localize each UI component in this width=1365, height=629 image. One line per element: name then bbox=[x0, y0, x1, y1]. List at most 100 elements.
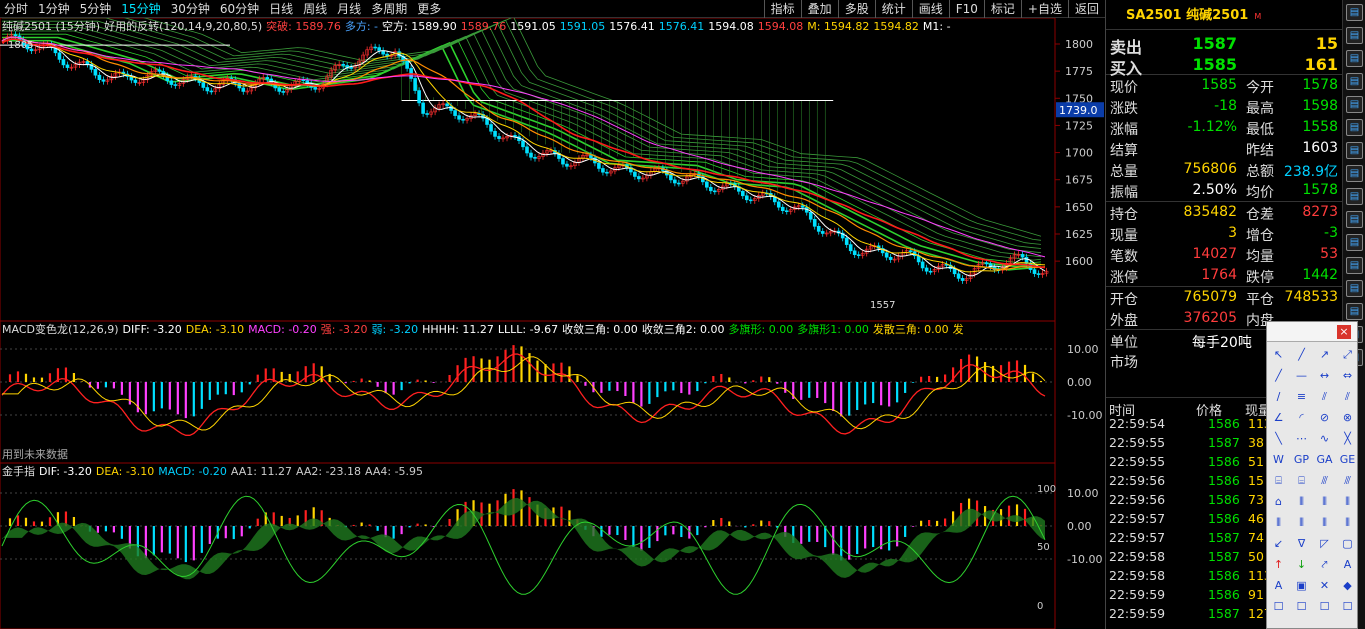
draw-tool-icon[interactable]: ∿ bbox=[1313, 428, 1336, 449]
side-tool-icon-14[interactable]: ▤ bbox=[1346, 303, 1363, 320]
draw-tool-icon[interactable]: ⦀ bbox=[1336, 512, 1359, 533]
draw-tool-icon[interactable]: ╲ bbox=[1267, 428, 1290, 449]
candle-body bbox=[313, 87, 318, 90]
draw-tool-icon[interactable]: ⫽ bbox=[1313, 386, 1336, 407]
draw-tool-icon[interactable]: ⌸ bbox=[1267, 470, 1290, 491]
main-panel-frame bbox=[0, 17, 1056, 322]
toolbar-action-6[interactable]: 标记 bbox=[983, 0, 1021, 18]
draw-tool-icon[interactable]: ∇ bbox=[1290, 533, 1313, 554]
toolbar-action-7[interactable]: +自选 bbox=[1020, 0, 1068, 18]
side-tool-icon-4[interactable]: ▤ bbox=[1346, 73, 1363, 90]
chart-area[interactable]: 1800 1775 1750 1725 1700 1675 1650 1625 1600 1739… bbox=[0, 11, 1105, 629]
toolbar-action-4[interactable]: 画线 bbox=[911, 0, 949, 18]
draw-tool-icon[interactable]: ⦀ bbox=[1290, 491, 1313, 512]
side-tool-icon-6[interactable]: ▤ bbox=[1346, 119, 1363, 136]
draw-tool-icon[interactable]: ∠ bbox=[1267, 407, 1290, 428]
draw-tool-icon[interactable]: ⇔ bbox=[1336, 365, 1359, 386]
draw-tool-icon[interactable]: ⤤ bbox=[1313, 554, 1336, 575]
period-tab-2[interactable]: 5分钟 bbox=[76, 0, 118, 18]
draw-tool-icon[interactable]: ⦀ bbox=[1313, 512, 1336, 533]
draw-tool-icon[interactable]: ↑ bbox=[1267, 554, 1290, 575]
draw-tool-icon[interactable]: ◜ bbox=[1290, 407, 1313, 428]
draw-tool-icon[interactable]: GA bbox=[1313, 449, 1336, 470]
tick-price: 1586 bbox=[1208, 568, 1240, 583]
main-header-item: M1: - bbox=[922, 20, 951, 33]
tick-volume: 50 bbox=[1248, 549, 1264, 564]
draw-tool-icon[interactable]: ◆ bbox=[1336, 575, 1359, 596]
toolbar-action-5[interactable]: F10 bbox=[948, 0, 984, 18]
draw-tool-icon[interactable]: ↔ bbox=[1313, 365, 1336, 386]
side-tool-icon-12[interactable]: ▤ bbox=[1346, 257, 1363, 274]
draw-tool-icon[interactable]: ↙ bbox=[1267, 533, 1290, 554]
period-tab-7[interactable]: 周线 bbox=[299, 0, 333, 18]
draw-tool-icon[interactable]: ╳ bbox=[1336, 428, 1359, 449]
draw-tool-icon[interactable]: ⦀ bbox=[1336, 491, 1359, 512]
draw-tool-icon[interactable]: ⫻ bbox=[1313, 470, 1336, 491]
draw-tool-icon[interactable]: ☐ bbox=[1267, 596, 1290, 617]
side-tool-icon-9[interactable]: ▤ bbox=[1346, 188, 1363, 205]
toolbar-action-3[interactable]: 统计 bbox=[874, 0, 912, 18]
draw-tool-icon[interactable]: ☐ bbox=[1336, 596, 1359, 617]
toolbar-action-2[interactable]: 多股 bbox=[837, 0, 875, 18]
title-mark: M bbox=[1254, 12, 1262, 21]
draw-tool-icon[interactable]: ⫽ bbox=[1336, 386, 1359, 407]
period-tab-1[interactable]: 1分钟 bbox=[34, 0, 76, 18]
period-tab-5[interactable]: 60分钟 bbox=[216, 0, 265, 18]
draw-tool-icon[interactable]: ↗ bbox=[1313, 344, 1336, 365]
draw-tool-icon[interactable]: ⦀ bbox=[1267, 512, 1290, 533]
side-tool-icon-1[interactable]: ▤ bbox=[1346, 4, 1363, 21]
draw-tool-icon[interactable]: ╱ bbox=[1267, 365, 1290, 386]
toolbar-action-1[interactable]: 叠加 bbox=[800, 0, 838, 18]
side-tool-icon-3[interactable]: ▤ bbox=[1346, 50, 1363, 67]
draw-tool-icon[interactable]: ⌸ bbox=[1290, 470, 1313, 491]
draw-tool-icon[interactable]: ↓ bbox=[1290, 554, 1313, 575]
draw-tool-icon[interactable]: A bbox=[1336, 554, 1359, 575]
period-tab-9[interactable]: 多周期 bbox=[367, 0, 413, 18]
macd-y-label: 0.00 bbox=[1067, 376, 1092, 389]
draw-tool-icon[interactable]: ⦀ bbox=[1290, 512, 1313, 533]
draw-tool-icon[interactable]: ✕ bbox=[1313, 575, 1336, 596]
period-tab-8[interactable]: 月线 bbox=[333, 0, 367, 18]
period-tab-3[interactable]: 15分钟 bbox=[117, 0, 166, 18]
y-axis-label: 1725 bbox=[1065, 119, 1093, 132]
candle-body bbox=[521, 140, 525, 148]
draw-tool-icon[interactable]: ╱ bbox=[1290, 344, 1313, 365]
draw-tool-icon[interactable]: ⦀ bbox=[1313, 491, 1336, 512]
side-tool-icon-2[interactable]: ▤ bbox=[1346, 27, 1363, 44]
period-tab-0[interactable]: 分时 bbox=[0, 0, 34, 18]
draw-tool-icon[interactable]: A bbox=[1267, 575, 1290, 596]
side-tool-icon-10[interactable]: ▤ bbox=[1346, 211, 1363, 228]
toolbar-action-8[interactable]: 返回 bbox=[1067, 0, 1105, 18]
draw-tool-icon[interactable]: ↖ bbox=[1267, 344, 1290, 365]
draw-tool-icon[interactable]: W bbox=[1267, 449, 1290, 470]
side-tool-icon-11[interactable]: ▤ bbox=[1346, 234, 1363, 251]
draw-tool-icon[interactable]: ∕ bbox=[1267, 386, 1290, 407]
draw-tool-icon[interactable]: ⋯ bbox=[1290, 428, 1313, 449]
period-tab-4[interactable]: 30分钟 bbox=[167, 0, 216, 18]
side-tool-icon-5[interactable]: ▤ bbox=[1346, 96, 1363, 113]
draw-tool-icon[interactable]: ⊗ bbox=[1336, 407, 1359, 428]
side-tool-icon-8[interactable]: ▤ bbox=[1346, 165, 1363, 182]
draw-tool-icon[interactable]: ◸ bbox=[1313, 533, 1336, 554]
draw-tool-icon[interactable]: ▢ bbox=[1336, 533, 1359, 554]
side-tool-icon-7[interactable]: ▤ bbox=[1346, 142, 1363, 159]
close-icon[interactable]: × bbox=[1337, 325, 1351, 339]
draw-tool-icon[interactable]: ⌂ bbox=[1267, 491, 1290, 512]
draw-tool-icon[interactable]: — bbox=[1290, 365, 1313, 386]
draw-tool-icon[interactable]: ☐ bbox=[1313, 596, 1336, 617]
side-tool-icon-13[interactable]: ▤ bbox=[1346, 280, 1363, 297]
draw-tool-icon[interactable]: GE bbox=[1336, 449, 1359, 470]
draw-tool-icon[interactable]: ▣ bbox=[1290, 575, 1313, 596]
candle-body bbox=[281, 91, 286, 93]
rows1-row-4: 总量 756806 总额 238.9亿 bbox=[1106, 159, 1342, 180]
draw-tool-icon[interactable]: GP bbox=[1290, 449, 1313, 470]
draw-tool-icon[interactable]: ≡ bbox=[1290, 386, 1313, 407]
period-tab-10[interactable]: 更多 bbox=[413, 0, 447, 18]
bid-price: 1585 bbox=[1192, 55, 1237, 74]
draw-tool-icon[interactable]: ⤢ bbox=[1336, 344, 1359, 365]
draw-tool-icon[interactable]: ☐ bbox=[1290, 596, 1313, 617]
draw-tool-icon[interactable]: ⊘ bbox=[1313, 407, 1336, 428]
toolbar-action-0[interactable]: 指标 bbox=[763, 0, 801, 18]
period-tab-6[interactable]: 日线 bbox=[265, 0, 299, 18]
draw-tool-icon[interactable]: ⫻ bbox=[1336, 470, 1359, 491]
